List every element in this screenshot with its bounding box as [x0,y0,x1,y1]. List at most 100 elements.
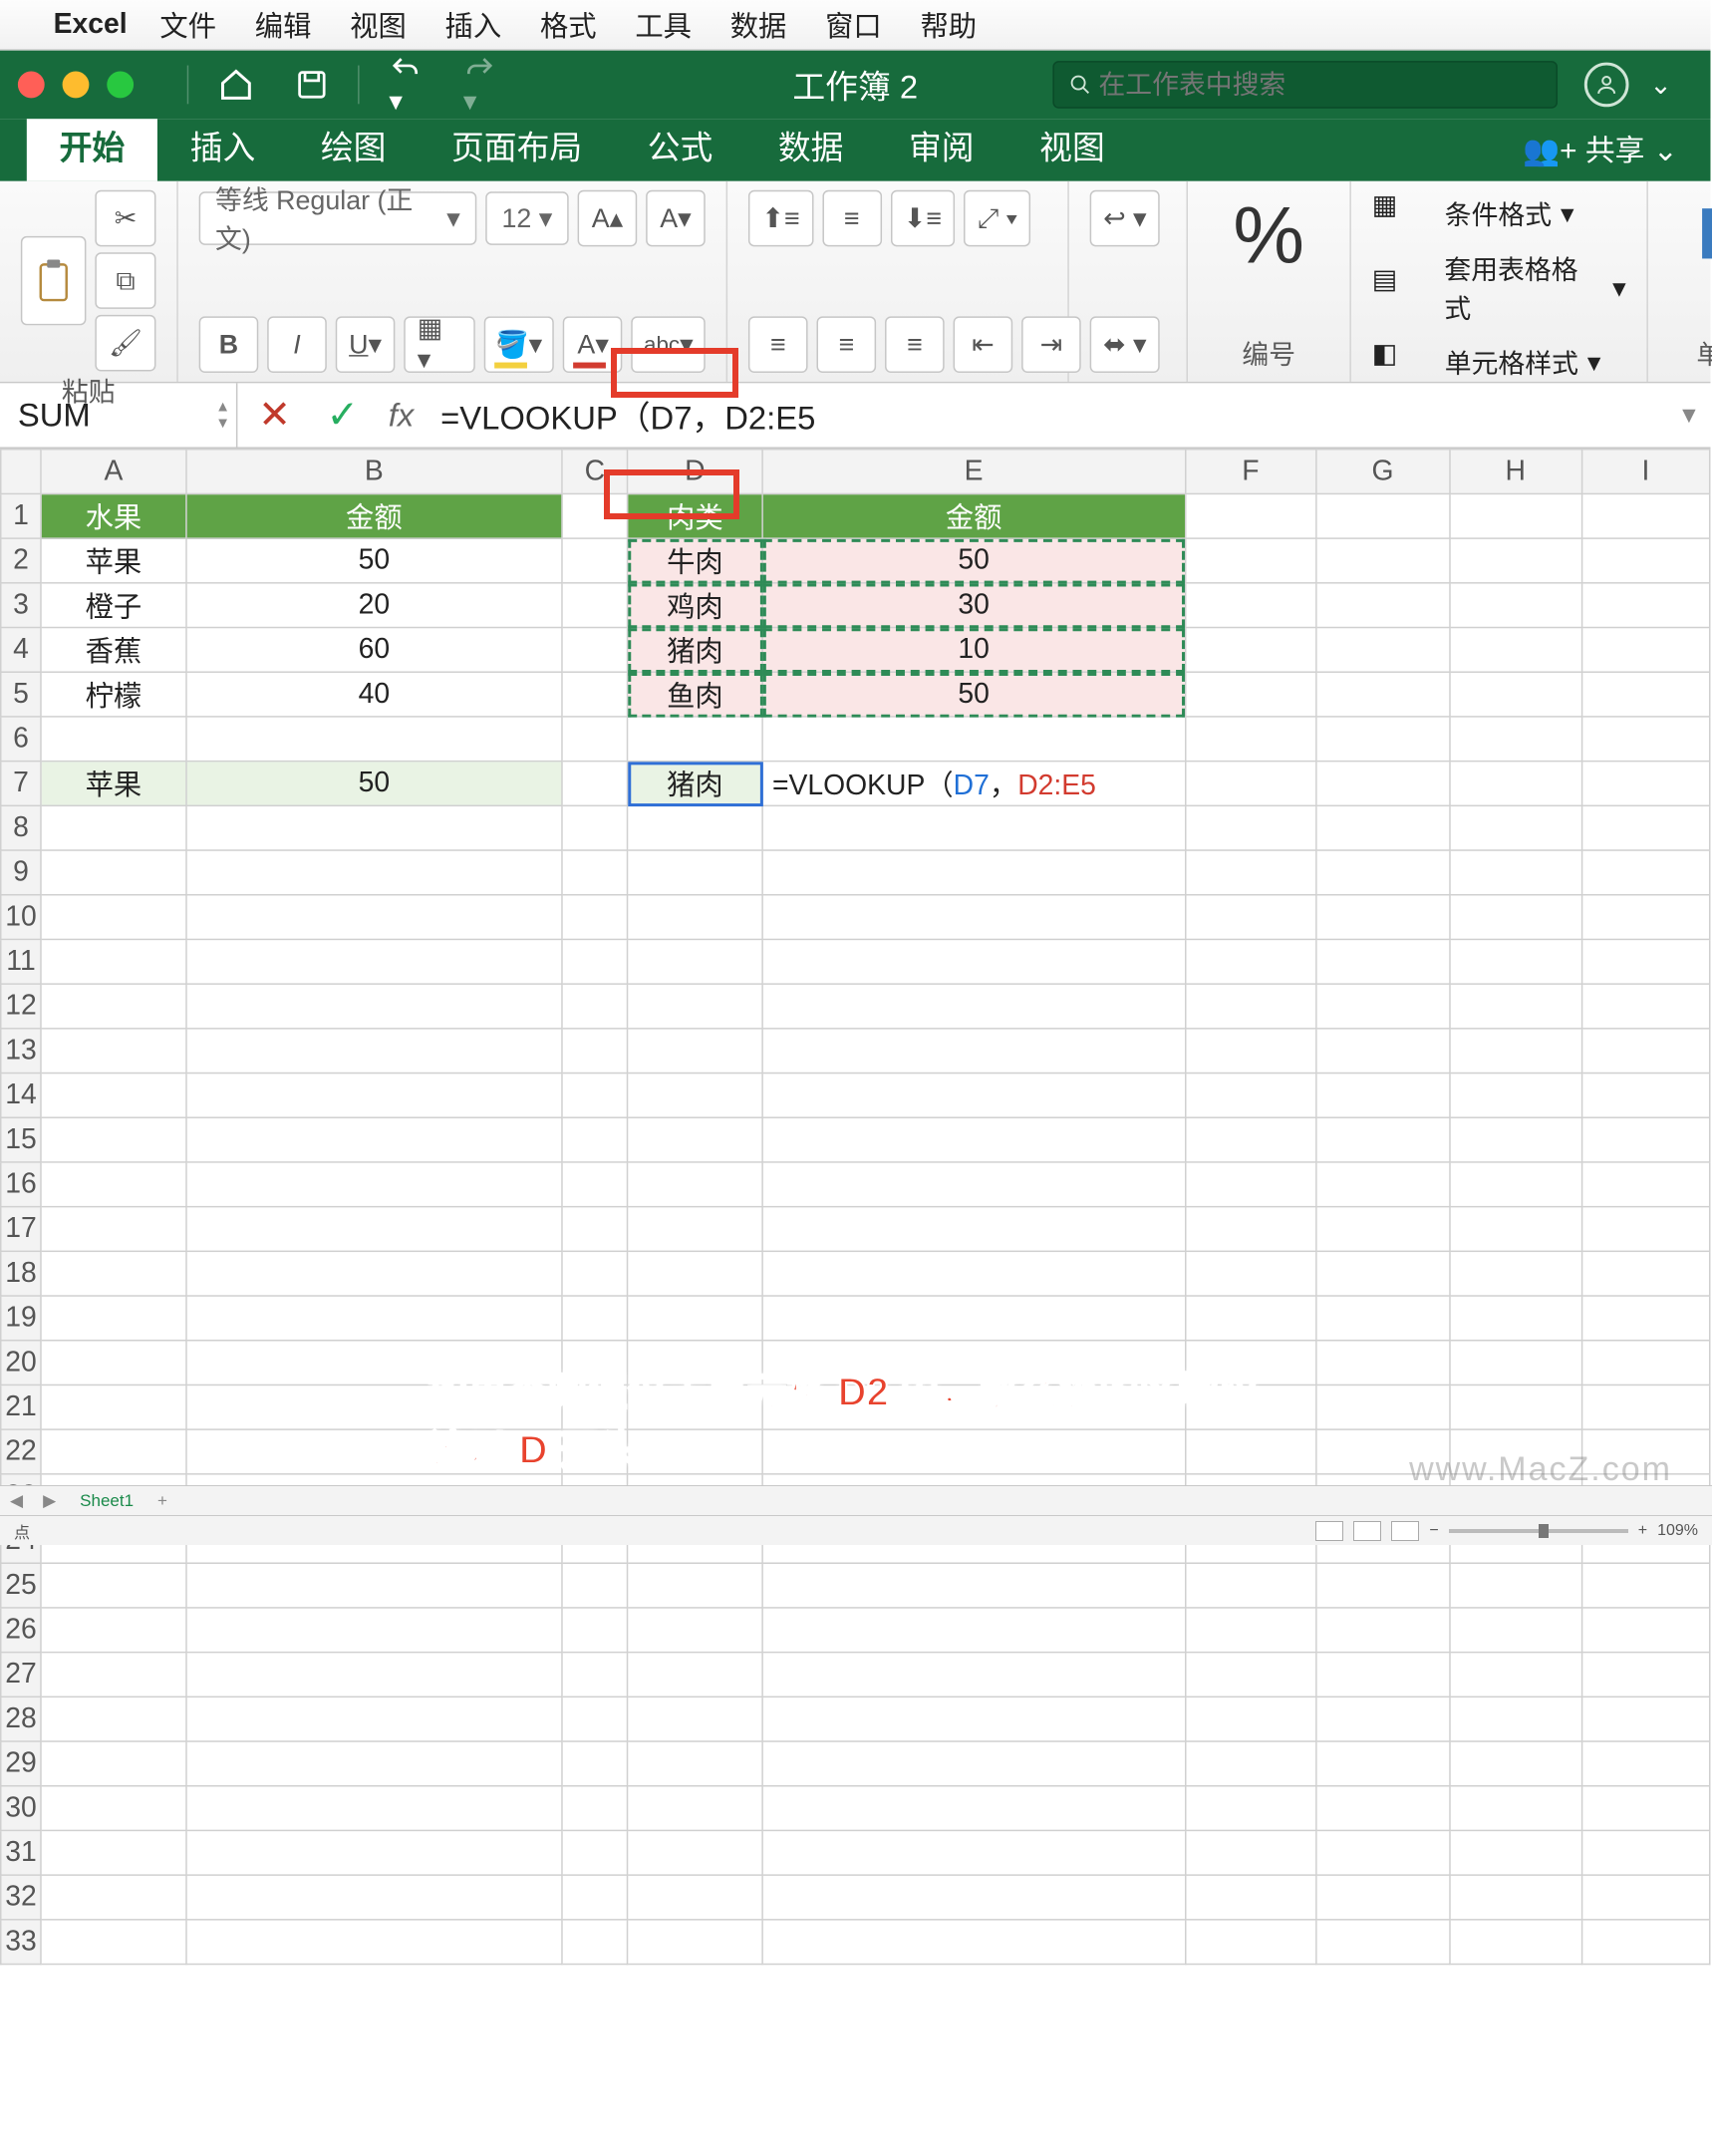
chevron-down-icon[interactable]: ⌄ [1649,69,1671,100]
increase-font-icon[interactable]: A▴ [578,190,638,247]
font-size-select[interactable]: 12 ▾ [485,191,569,245]
row-header[interactable]: 18 [1,1251,42,1296]
cell[interactable]: 金额 [762,493,1185,538]
cell[interactable]: 40 [186,672,562,717]
cell[interactable] [1316,493,1449,538]
col-header-F[interactable]: F [1185,450,1316,494]
zoom-in-icon[interactable]: + [1638,1522,1647,1540]
menu-file[interactable]: 文件 [159,4,216,44]
row-header[interactable]: 2 [1,538,42,583]
cell[interactable]: 肉类 [628,493,763,538]
cell[interactable] [1449,493,1581,538]
menu-edit[interactable]: 编辑 [255,4,312,44]
align-bottom-icon[interactable]: ⬇≡ [890,190,955,247]
cell-D7[interactable]: 猪肉 [628,762,763,806]
close-window-button[interactable] [18,72,45,99]
cell[interactable] [1581,493,1710,538]
menu-help[interactable]: 帮助 [920,4,977,44]
row-header[interactable]: 15 [1,1117,42,1162]
tab-insert[interactable]: 插入 [157,110,288,181]
merge-cells-icon[interactable]: ⬌ ▾ [1090,316,1160,373]
table-format-button[interactable]: ▤ 套用表格格式 ▾ [1372,249,1626,326]
cell-styles-button[interactable]: ◧ 单元格样式 ▾ [1372,339,1626,387]
cell[interactable]: 香蕉 [41,628,185,673]
share-button[interactable]: 👥+ 共享 ⌄ [1490,115,1710,181]
tab-view[interactable]: 视图 [1006,110,1137,181]
cell[interactable]: 50 [186,538,562,583]
add-sheet-icon[interactable]: + [147,1491,177,1511]
formula-input[interactable]: =VLOOKUP（D7，D2:E5 [428,392,1667,440]
row-header[interactable]: 33 [1,1920,42,1965]
font-color-button[interactable]: A ▾ [563,316,623,373]
row-header[interactable]: 22 [1,1429,42,1474]
row-header[interactable]: 13 [1,1029,42,1074]
row-header[interactable]: 8 [1,805,42,850]
decrease-indent-icon[interactable]: ⇤ [954,316,1013,373]
align-top-icon[interactable]: ⬆≡ [748,190,813,247]
minimize-window-button[interactable] [63,72,90,99]
row-header[interactable]: 3 [1,583,42,628]
row-header[interactable]: 17 [1,1207,42,1252]
row-header[interactable]: 5 [1,672,42,717]
row-header[interactable]: 30 [1,1786,42,1831]
font-name-select[interactable]: 等线 Regular (正文) ▾ [199,191,477,245]
format-painter-icon[interactable]: 🖌 [96,315,156,372]
cells-insert-icon[interactable] [1696,190,1712,270]
cell[interactable]: 50 [186,762,562,806]
col-header-E[interactable]: E [762,450,1185,494]
cell[interactable]: 鸡肉 [628,583,763,628]
row-header[interactable]: 12 [1,984,42,1029]
row-header[interactable]: 32 [1,1875,42,1920]
row-header[interactable]: 29 [1,1741,42,1786]
accept-formula-icon[interactable]: ✓ [326,392,358,438]
col-header-D[interactable]: D [628,450,763,494]
cell[interactable]: 30 [762,583,1185,628]
decrease-font-icon[interactable]: A▾ [646,190,706,247]
tab-layout[interactable]: 页面布局 [419,110,615,181]
cell[interactable]: 水果 [41,493,185,538]
row-header[interactable]: 10 [1,895,42,940]
cell[interactable]: 50 [762,672,1185,717]
row-header[interactable]: 26 [1,1608,42,1653]
fill-color-button[interactable]: 🪣 ▾ [483,316,554,373]
row-header[interactable]: 11 [1,939,42,984]
row-header[interactable]: 27 [1,1653,42,1697]
view-normal-icon[interactable] [1315,1521,1343,1541]
align-center-icon[interactable]: ≡ [817,316,877,373]
cell[interactable]: 柠檬 [41,672,185,717]
sheet-nav-next-icon[interactable]: ▶ [33,1491,66,1511]
spreadsheet-grid[interactable]: A B C D E F G H I 1 水果 金额 肉类 金额 2 苹果 50 … [0,449,1710,2156]
row-header[interactable]: 6 [1,717,42,762]
conditional-format-button[interactable]: ▦ 条件格式 ▾ [1372,190,1626,238]
app-name[interactable]: Excel [54,8,128,41]
row-header[interactable]: 7 [1,762,42,806]
menu-data[interactable]: 数据 [730,4,787,44]
percent-icon[interactable]: % [1233,190,1304,282]
row-header[interactable]: 31 [1,1830,42,1875]
italic-button[interactable]: I [267,316,327,373]
row-header[interactable]: 1 [1,493,42,538]
cell[interactable]: 20 [186,583,562,628]
zoom-window-button[interactable] [107,72,134,99]
cell[interactable]: 橙子 [41,583,185,628]
col-header-A[interactable]: A [41,450,185,494]
sheet-tab[interactable]: Sheet1 [66,1491,147,1511]
zoom-level[interactable]: 109% [1657,1522,1698,1540]
cell[interactable]: 鱼肉 [628,672,763,717]
cell[interactable]: 猪肉 [628,628,763,673]
tab-home[interactable]: 开始 [27,110,157,181]
expand-formula-bar-icon[interactable]: ▾ [1667,400,1710,431]
bold-button[interactable]: B [199,316,259,373]
home-icon[interactable] [218,67,254,103]
row-header[interactable]: 9 [1,850,42,895]
cancel-formula-icon[interactable]: ✕ [258,392,290,438]
cell[interactable]: 牛肉 [628,538,763,583]
menu-window[interactable]: 窗口 [825,4,882,44]
select-all-corner[interactable] [1,450,42,494]
fx-icon[interactable]: fx [389,396,415,435]
cell[interactable]: 10 [762,628,1185,673]
cell[interactable]: 金额 [186,493,562,538]
name-box[interactable]: SUM ▲▼ [0,383,237,447]
save-icon[interactable] [296,69,329,102]
user-avatar-icon[interactable] [1584,63,1629,108]
